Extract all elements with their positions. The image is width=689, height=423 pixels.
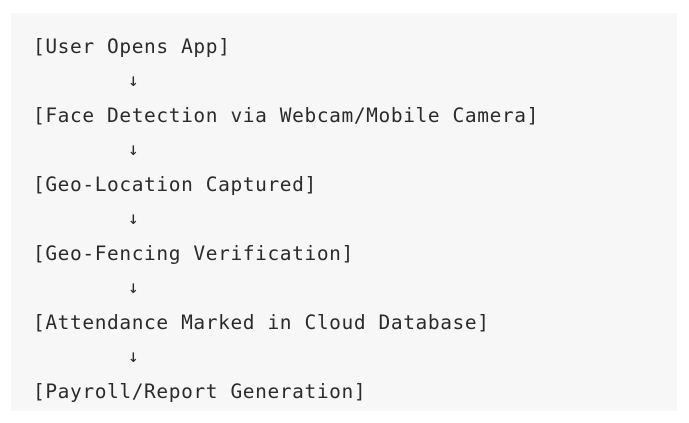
flow-step-geo-fencing: [Geo-Fencing Verification] <box>33 242 354 265</box>
flow-step-face-detection: [Face Detection via Webcam/Mobile Camera… <box>33 104 539 127</box>
code-block: [User Opens App] ↓ [Face Detection via W… <box>11 13 677 411</box>
flowchart: [User Opens App] ↓ [Face Detection via W… <box>11 13 677 411</box>
flow-step-payroll-report: [Payroll/Report Generation] <box>33 380 367 403</box>
flow-step-geo-location: [Geo-Location Captured] <box>33 173 317 196</box>
flow-step-attendance-marked: [Attendance Marked in Cloud Database] <box>33 311 490 334</box>
arrow-down-icon: ↓ <box>128 139 140 160</box>
arrow-down-icon: ↓ <box>128 346 140 367</box>
arrow-down-icon: ↓ <box>128 277 140 298</box>
flow-step-user-opens-app: [User Opens App] <box>33 35 231 58</box>
arrow-down-icon: ↓ <box>128 208 140 229</box>
arrow-down-icon: ↓ <box>128 70 140 91</box>
